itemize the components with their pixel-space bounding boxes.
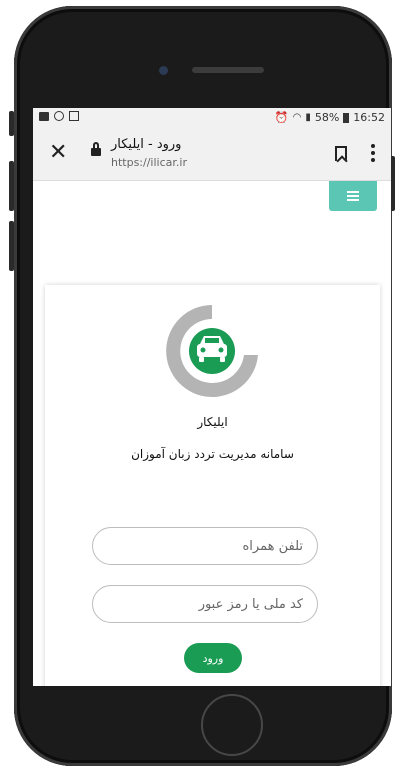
battery-percent: 58% (314, 111, 340, 124)
kebab-menu-icon[interactable] (371, 144, 375, 165)
password-input[interactable] (92, 585, 318, 623)
mute-switch (9, 111, 14, 136)
car-logo-icon (166, 305, 258, 397)
brand-subtitle: سامانه مدیریت تردد زبان آموزان (131, 447, 294, 461)
camera-icon (159, 66, 168, 75)
notification-icon (39, 111, 49, 121)
volume-up-button (9, 161, 14, 211)
signal-icon: ▮ (305, 112, 311, 123)
url-text[interactable]: https://ilicar.ir (111, 156, 187, 169)
browser-toolbar: ✕ ورود - ایلیکار https://ilicar.ir (33, 128, 391, 181)
login-card: ایلیکار سامانه مدیریت تردد زبان آموزان و… (45, 285, 380, 686)
home-button[interactable] (201, 694, 263, 756)
battery-icon (343, 112, 350, 123)
status-right: ⏰ ◠ ▮ 58% 16:52 (275, 111, 385, 124)
speaker-grille (192, 67, 264, 73)
alarm-icon: ⏰ (274, 111, 289, 124)
page-title: ورود - ایلیکار (111, 137, 182, 152)
brand-name: ایلیکار (197, 415, 228, 429)
wifi-icon: ◠ (292, 112, 302, 123)
clock: 16:52 (353, 111, 385, 124)
chat-icon (54, 111, 64, 121)
login-button[interactable]: ورود (184, 643, 242, 673)
hamburger-menu-button[interactable] (329, 181, 377, 211)
screenshot-icon (69, 111, 79, 121)
phone-input[interactable] (92, 527, 318, 565)
lock-icon[interactable] (91, 142, 101, 156)
hamburger-icon (347, 189, 359, 203)
web-page: ایلیکار سامانه مدیریت تردد زبان آموزان و… (33, 181, 391, 686)
bookmark-icon[interactable] (335, 146, 347, 161)
volume-down-button (9, 221, 14, 271)
status-bar: ⏰ ◠ ▮ 58% 16:52 (33, 108, 391, 128)
phone-screen: ⏰ ◠ ▮ 58% 16:52 ✕ ورود - ایلیکار https:/… (33, 108, 391, 686)
status-left (39, 111, 79, 121)
close-icon[interactable]: ✕ (49, 140, 67, 165)
